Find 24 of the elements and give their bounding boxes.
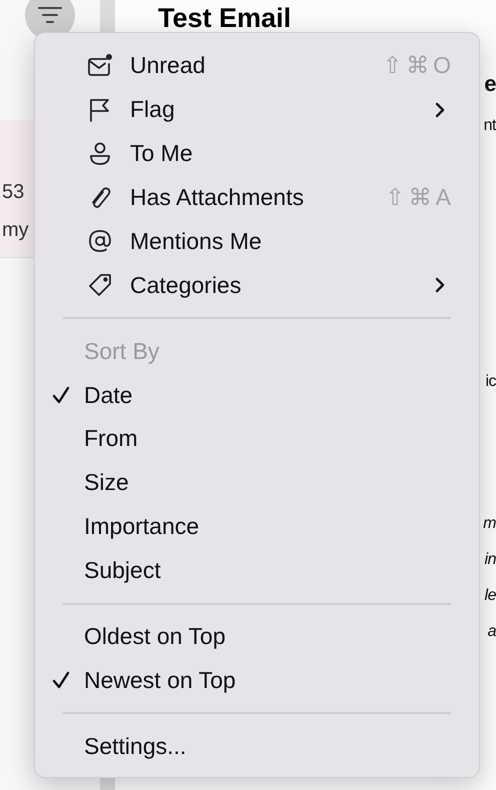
message-preview: my <box>2 218 30 243</box>
message-text: nt <box>484 116 496 136</box>
message-text: in <box>484 550 496 570</box>
menu-item[interactable]: Newest on Top <box>51 658 451 702</box>
menu-item[interactable]: Categories <box>51 263 451 308</box>
menu-item[interactable]: Settings... <box>51 724 451 768</box>
message-text: e <box>484 70 496 98</box>
menu-item[interactable]: To Me <box>51 132 451 176</box>
message-text: ic <box>485 372 496 392</box>
message-sender: 53 <box>2 180 26 205</box>
message-text: a <box>488 622 496 642</box>
menu-item[interactable]: Date <box>51 373 451 417</box>
filter-icon <box>37 6 63 24</box>
menu-item[interactable]: Flag <box>51 88 451 132</box>
menu-item[interactable]: Mentions Me <box>51 220 451 264</box>
message-title: Test Email <box>158 3 292 34</box>
message-text: le <box>484 586 496 606</box>
menu-item[interactable]: From <box>51 417 451 461</box>
menu-item[interactable]: Subject <box>51 548 451 592</box>
menu-header: Sort By <box>83 336 160 366</box>
menu-item[interactable]: Oldest on Top <box>51 614 451 658</box>
message-text: m <box>483 514 496 534</box>
menu-item[interactable]: Size <box>51 460 451 505</box>
menu-item[interactable]: Importance <box>51 504 451 549</box>
